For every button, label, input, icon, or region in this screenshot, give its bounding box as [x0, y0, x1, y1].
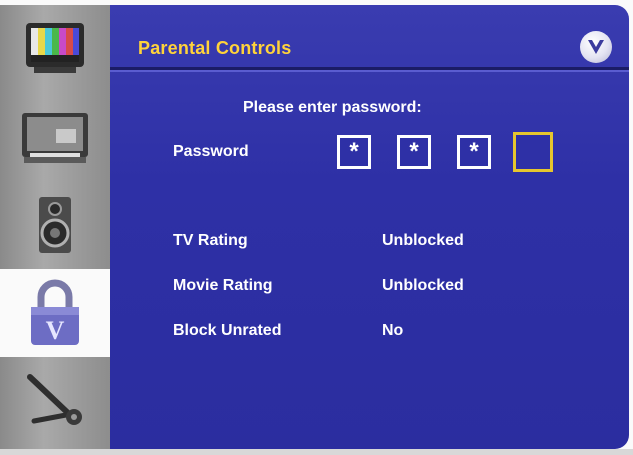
sidebar-item-audio[interactable] [0, 181, 110, 269]
movie-rating-label[interactable]: Movie Rating [173, 277, 273, 295]
sidebar-item-parental[interactable]: V [0, 269, 110, 357]
password-digit-3[interactable]: * [457, 135, 491, 169]
password-digit-4[interactable] [513, 132, 553, 172]
tv-rating-label[interactable]: TV Rating [173, 232, 248, 250]
vizio-v-logo-icon [580, 31, 612, 63]
padlock-v-icon: V [31, 279, 79, 345]
block-unrated-label[interactable]: Block Unrated [173, 322, 281, 340]
page-title: Parental Controls [138, 38, 292, 58]
wrench-icon [27, 374, 82, 425]
tv-monitor-icon [22, 113, 88, 163]
block-unrated-value: No [382, 322, 404, 339]
main-panel [110, 5, 629, 449]
sidebar-item-setup[interactable] [0, 357, 110, 445]
svg-text:V: V [46, 316, 65, 345]
bottom-edge [0, 449, 633, 455]
password-prompt: Please enter password: [243, 99, 422, 116]
sidebar: V [0, 5, 110, 449]
color-bars-tv-icon [26, 23, 84, 73]
sidebar-item-tv-input[interactable] [0, 93, 110, 181]
password-digit-2[interactable]: * [397, 135, 431, 169]
sidebar-item-picture[interactable] [0, 5, 110, 93]
movie-rating-value: Unblocked [382, 277, 464, 294]
password-digit-1[interactable]: * [337, 135, 371, 169]
tv-rating-value: Unblocked [382, 232, 464, 249]
password-label: Password [173, 143, 249, 160]
tv-menu-frame: V Parental Controls Please enter passwor… [0, 0, 633, 455]
speaker-icon [39, 197, 71, 253]
